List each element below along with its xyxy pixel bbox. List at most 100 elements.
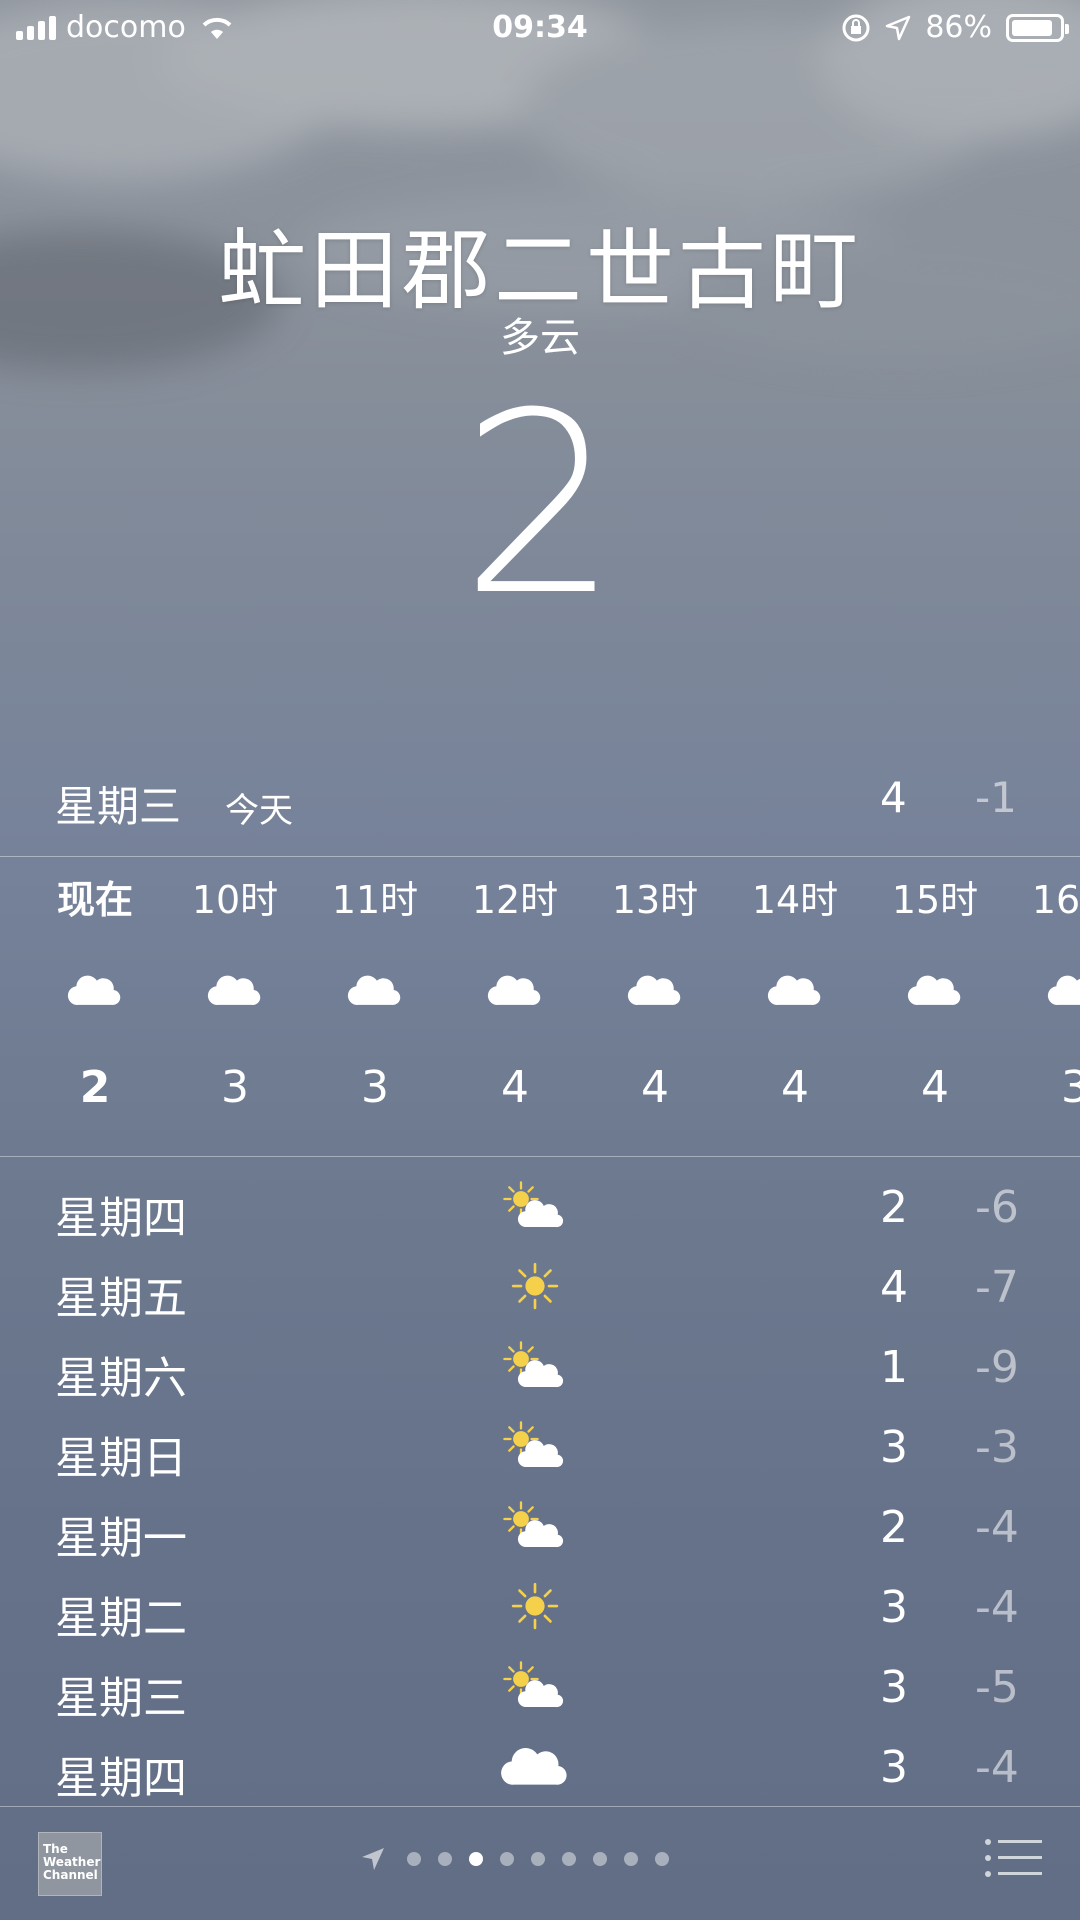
day-name: 星期四 — [55, 1193, 187, 1244]
hour-temp: 4 — [781, 1062, 809, 1113]
location-arrow-icon — [886, 15, 911, 40]
daily-row: 星期日 3 -3 — [0, 1410, 1080, 1490]
current-location-icon — [362, 1848, 384, 1870]
page-indicator[interactable] — [360, 1846, 669, 1872]
hour-temp: 3 — [1061, 1062, 1080, 1113]
hourly-item: 12时 4 — [445, 870, 585, 1113]
cloud-icon — [165, 970, 305, 1040]
day-low: -5 — [975, 1662, 1019, 1713]
day-name: 星期六 — [55, 1353, 187, 1404]
daily-forecast[interactable]: 星期四 2 -6 星期五 4 -7 星期六 1 -9 星期日 3 -3 星期一 2 -4 星期二 3 -4 星期三 3… — [0, 1170, 1080, 1810]
day-low: -4 — [975, 1502, 1019, 1553]
hour-temp: 4 — [501, 1062, 529, 1113]
page-dot[interactable] — [531, 1852, 545, 1866]
status-right: 86% — [841, 10, 1069, 45]
cloud-icon — [725, 970, 865, 1040]
daily-row: 星期五 4 -7 — [0, 1250, 1080, 1330]
bottom-bar: The Weather Channel — [0, 1808, 1080, 1920]
hourly-item: 11时 3 — [305, 870, 445, 1113]
hourly-item: 16时 3 — [1005, 870, 1080, 1113]
partly-sunny-icon — [500, 1338, 580, 1402]
partly-sunny-icon — [500, 1658, 580, 1722]
hour-temp: 4 — [641, 1062, 669, 1113]
hour-label: 14时 — [751, 878, 839, 922]
sun-icon — [500, 1258, 580, 1322]
hour-temp: 4 — [921, 1062, 949, 1113]
cloud-icon — [500, 1738, 580, 1802]
today-summary-row: 星期三 今天 4 -1 — [0, 765, 1080, 835]
today-day: 星期三 — [55, 782, 182, 831]
divider — [0, 856, 1080, 857]
partly-sunny-icon — [500, 1498, 580, 1562]
hour-label: 现在 — [56, 878, 133, 922]
hour-label: 16时 — [1031, 878, 1080, 922]
page-dot[interactable] — [469, 1852, 483, 1866]
divider — [0, 1156, 1080, 1157]
page-dot[interactable] — [562, 1852, 576, 1866]
day-name: 星期日 — [55, 1433, 187, 1484]
day-low: -7 — [975, 1262, 1019, 1313]
daily-row: 星期四 3 -4 — [0, 1730, 1080, 1810]
day-name: 星期五 — [55, 1273, 187, 1324]
page-dot[interactable] — [655, 1852, 669, 1866]
page-dot[interactable] — [624, 1852, 638, 1866]
hourly-forecast[interactable]: 现在 2 10时 3 11时 3 12时 4 13时 4 14时 4 15时 4 16时 3 — [0, 870, 1080, 1155]
daily-row: 星期二 3 -4 — [0, 1570, 1080, 1650]
day-high: 3 — [880, 1582, 908, 1633]
day-high: 2 — [880, 1502, 908, 1553]
day-low: -9 — [975, 1342, 1019, 1393]
daily-row: 星期三 3 -5 — [0, 1650, 1080, 1730]
hourly-item: 现在 2 — [25, 870, 165, 1113]
hourly-item: 13时 4 — [585, 870, 725, 1113]
hour-label: 13时 — [611, 878, 699, 922]
cloud-icon — [25, 970, 165, 1040]
cloud-icon — [445, 970, 585, 1040]
sun-icon — [500, 1578, 580, 1642]
day-high: 3 — [880, 1422, 908, 1473]
cloud-icon — [305, 970, 445, 1040]
today-tag: 今天 — [225, 791, 293, 831]
hour-label: 10时 — [191, 878, 279, 922]
hourly-item: 14时 4 — [725, 870, 865, 1113]
current-temperature: 2 — [460, 359, 620, 650]
divider — [0, 1806, 1080, 1807]
daily-row: 星期四 2 -6 — [0, 1170, 1080, 1250]
list-icon[interactable] — [984, 1838, 1042, 1878]
partly-sunny-icon — [500, 1418, 580, 1482]
cloud-icon — [865, 970, 1005, 1040]
weather-channel-logo[interactable]: The Weather Channel — [38, 1832, 102, 1896]
hour-label: 12时 — [471, 878, 559, 922]
partly-sunny-icon — [500, 1178, 580, 1242]
page-dot[interactable] — [407, 1852, 421, 1866]
battery-icon — [1006, 13, 1069, 42]
day-high: 4 — [880, 1262, 908, 1313]
day-name: 星期二 — [55, 1593, 187, 1644]
cloud-icon — [1005, 970, 1080, 1040]
daily-row: 星期一 2 -4 — [0, 1490, 1080, 1570]
status-bar: docomo 09:34 86% — [0, 0, 1080, 56]
day-low: -6 — [975, 1182, 1019, 1233]
hour-label: 11时 — [331, 878, 419, 922]
day-high: 3 — [880, 1742, 908, 1793]
day-low: -4 — [975, 1582, 1019, 1633]
rotation-lock-icon — [842, 14, 870, 41]
hour-temp: 3 — [361, 1062, 389, 1113]
day-low: -3 — [975, 1422, 1019, 1473]
day-high: 1 — [880, 1342, 908, 1393]
hour-label: 15时 — [891, 878, 979, 922]
daily-row: 星期六 1 -9 — [0, 1330, 1080, 1410]
day-name: 星期四 — [55, 1753, 187, 1804]
day-low: -4 — [975, 1742, 1019, 1793]
page-dot[interactable] — [500, 1852, 514, 1866]
day-high: 3 — [880, 1662, 908, 1713]
day-name: 星期三 — [55, 1673, 187, 1724]
page-dot[interactable] — [438, 1852, 452, 1866]
day-high: 2 — [880, 1182, 908, 1233]
hour-temp: 2 — [79, 1062, 111, 1113]
cloud-icon — [585, 970, 725, 1040]
hourly-item: 10时 3 — [165, 870, 305, 1113]
today-high: 4 — [880, 773, 907, 822]
hourly-item: 15时 4 — [865, 870, 1005, 1113]
hour-temp: 3 — [221, 1062, 249, 1113]
page-dot[interactable] — [593, 1852, 607, 1866]
